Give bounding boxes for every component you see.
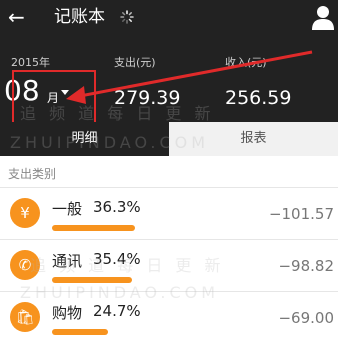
- watermark-text: 追 频 道 每 日 更 新: [30, 256, 225, 275]
- top-bar: ← 记账本: [0, 0, 338, 35]
- back-arrow-icon[interactable]: ←: [8, 6, 25, 28]
- category-amount: −98.82: [278, 257, 334, 275]
- watermark-text: ZHUIPINDAO.COM: [10, 133, 210, 152]
- share-bar: [52, 329, 108, 335]
- share-bar: [52, 225, 135, 231]
- income-label: 收入(元): [225, 56, 267, 69]
- category-percent: 24.7%: [93, 302, 141, 320]
- user-icon[interactable]: [311, 4, 335, 30]
- category-amount: −101.57: [268, 205, 334, 223]
- watermark-text: 追 频 道 每 日 更 新: [20, 104, 215, 123]
- category-amount: −69.00: [278, 309, 334, 327]
- watermark-text: ZHUIPINDAO.COM: [20, 283, 220, 302]
- shopping-bag-icon: 🛍: [10, 302, 40, 332]
- section-title: 支出类别: [8, 167, 57, 181]
- category-name: 购物: [52, 304, 83, 322]
- page-title: 记账本: [54, 7, 105, 27]
- loading-spinner-icon: [120, 10, 134, 24]
- yen-icon: ¥: [10, 198, 40, 228]
- category-percent: 36.3%: [93, 198, 141, 216]
- list-item[interactable]: ¥ 一般 36.3% −101.57: [0, 188, 338, 238]
- expense-label: 支出(元): [114, 56, 156, 69]
- category-name: 一般: [52, 200, 83, 218]
- year-label: 2015年: [11, 56, 50, 69]
- income-value: 256.59: [225, 87, 292, 109]
